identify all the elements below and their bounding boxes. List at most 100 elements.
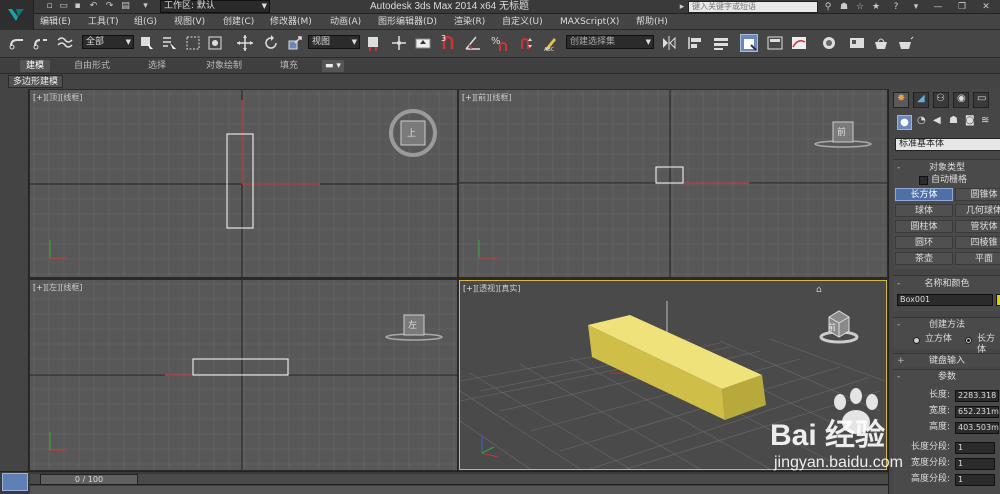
redo-icon[interactable]: ↷ [104, 1, 115, 12]
close-icon[interactable]: ✕ [980, 1, 992, 13]
subscription-icon[interactable]: ☗ [838, 1, 850, 13]
length-segs-input[interactable]: 1 [955, 442, 995, 454]
object-name-input[interactable]: Box001 [897, 294, 993, 306]
geosphere-button[interactable]: 几何球体 [955, 204, 1000, 217]
name-color-header[interactable]: - 名称和颜色 [893, 278, 1000, 290]
creation-method-header[interactable]: - 创建方法 [893, 319, 1000, 331]
teapot-button[interactable]: 茶壶 [895, 252, 953, 265]
lights-icon[interactable]: ◀ [933, 115, 948, 130]
select-and-scale-icon[interactable] [286, 34, 304, 52]
keyboard-shortcut-override-icon[interactable] [414, 34, 432, 52]
quick-access-dropdown-icon[interactable]: ▾ [140, 1, 151, 12]
window-crossing-icon[interactable] [206, 34, 224, 52]
restore-icon[interactable]: ❐ [956, 1, 968, 13]
menu-help[interactable]: 帮助(H) [636, 16, 668, 28]
save-file-icon[interactable]: ▪ [72, 1, 83, 12]
viewport-perspective-label[interactable]: [+][透视][真实] [463, 283, 520, 294]
viewport-front-plus[interactable]: [+] [462, 93, 475, 102]
cylinder-button[interactable]: 圆柱体 [895, 220, 953, 233]
render-setup-icon[interactable] [872, 34, 890, 52]
help-icon[interactable]: ? [890, 1, 902, 13]
hierarchy-tab-icon[interactable]: ⚇ [933, 92, 949, 108]
menu-edit[interactable]: 编辑(E) [40, 16, 71, 28]
menu-modifiers[interactable]: 修改器(M) [270, 16, 312, 28]
helpers-icon[interactable]: ◙ [965, 115, 980, 130]
viewport-top-plus[interactable]: [+] [33, 93, 46, 102]
select-and-rotate-icon[interactable] [262, 34, 280, 52]
height-segs-input[interactable]: 1 [955, 474, 995, 486]
viewport-left[interactable]: 左 [+][左][线框] [30, 280, 457, 470]
keyboard-entry-header[interactable]: + 键盘输入 [893, 355, 1000, 367]
viewport-perspective[interactable]: 前 ⌂ [+][透视][真实] [459, 280, 887, 470]
rectangular-selection-icon[interactable] [184, 34, 202, 52]
menu-maxscript[interactable]: MAXScript(X) [560, 16, 619, 28]
communication-icon[interactable]: ☆ [854, 1, 866, 13]
select-and-manipulate-icon[interactable] [390, 34, 408, 52]
viewcube-persp-label[interactable]: 前 [828, 322, 836, 333]
undo-icon[interactable]: ↶ [88, 1, 99, 12]
sphere-button[interactable]: 球体 [895, 204, 953, 217]
height-input[interactable]: 403.503m [955, 422, 999, 434]
box-radio[interactable] [965, 337, 972, 344]
select-object-icon[interactable] [138, 34, 156, 52]
layer-manager-icon[interactable] [740, 34, 758, 52]
search-arrow-icon[interactable]: ▸ [676, 1, 688, 13]
material-editor-icon[interactable] [848, 34, 866, 52]
track-bar[interactable] [30, 486, 888, 494]
bind-to-space-warp-icon[interactable] [56, 34, 74, 52]
help-dropdown-icon[interactable]: ▾ [910, 1, 922, 13]
angle-snap-toggle-icon[interactable] [464, 34, 482, 52]
object-color-swatch[interactable] [996, 294, 1000, 306]
width-segs-input[interactable]: 1 [955, 458, 995, 470]
ribbon-tab-freeform[interactable]: 自由形式 [74, 60, 110, 72]
viewport-front-shade[interactable]: [线框] [489, 93, 511, 102]
unlink-selection-icon[interactable] [32, 34, 50, 52]
workspace-dropdown[interactable]: 工作区: 默认 ▼ [160, 0, 270, 13]
menu-rendering[interactable]: 渲染(R) [454, 16, 485, 28]
mini-listener-icon[interactable] [2, 473, 28, 491]
render-production-icon[interactable] [896, 34, 914, 52]
ribbon-tab-populate[interactable]: 填充 [280, 60, 298, 72]
ribbon-options-icon[interactable]: ▬ ▾ [322, 60, 344, 72]
display-tab-icon[interactable]: ▭ [973, 92, 989, 108]
motion-tab-icon[interactable]: ◉ [953, 92, 969, 108]
space-warps-icon[interactable]: ≋ [981, 115, 996, 130]
selection-filter-dropdown[interactable]: 全部 ▼ [82, 35, 134, 49]
scene-explorer-icon[interactable] [712, 34, 730, 52]
cube-radio[interactable] [913, 337, 920, 344]
pyramid-button[interactable]: 四棱锥 [955, 236, 1000, 249]
viewport-left-plus[interactable]: [+] [33, 283, 46, 292]
viewcube-front-label[interactable]: 前 [837, 125, 846, 138]
menu-group[interactable]: 组(G) [134, 16, 157, 28]
cameras-icon[interactable]: ☗ [949, 115, 964, 130]
length-input[interactable]: 2283.318 [955, 390, 999, 402]
viewcube-top-label[interactable]: 上 [407, 126, 416, 139]
edit-named-selection-icon[interactable]: ABC [542, 34, 560, 53]
viewport-persp-plus[interactable]: [+] [463, 284, 476, 293]
home-icon[interactable]: ⌂ [816, 285, 822, 295]
binoculars-icon[interactable]: ⚲ [822, 1, 834, 13]
create-tab-icon[interactable]: ✸ [893, 92, 909, 108]
open-file-icon[interactable]: ▭ [58, 1, 69, 12]
viewport-persp-view[interactable]: [透视] [476, 284, 498, 293]
viewcube-left-label[interactable]: 左 [408, 318, 417, 331]
mirror-icon[interactable] [660, 34, 678, 52]
object-type-header[interactable]: - 对象类型 [893, 162, 1000, 174]
ribbon-tab-selection[interactable]: 选择 [148, 60, 166, 72]
plane-button[interactable]: 平面 [955, 252, 1000, 265]
parameters-header[interactable]: - 参数 [893, 371, 1000, 383]
curve-editor-icon[interactable] [790, 34, 808, 52]
viewport-front-label[interactable]: [+][前][线框] [462, 92, 511, 103]
modify-tab-icon[interactable]: ◢ [913, 92, 929, 108]
snaps-toggle-icon[interactable]: 3 [440, 34, 458, 52]
minimize-icon[interactable]: — [932, 1, 944, 13]
viewport-left-shade[interactable]: [线框] [60, 283, 82, 292]
select-and-move-icon[interactable] [236, 34, 254, 52]
menu-tools[interactable]: 工具(T) [88, 16, 119, 28]
geometry-category-dropdown[interactable]: 标准基本体 [895, 138, 1000, 151]
tube-button[interactable]: 管状体 [955, 220, 1000, 233]
viewport-front[interactable]: 前 [+][前][线框] [459, 90, 887, 277]
select-and-link-icon[interactable] [8, 34, 26, 52]
viewport-left-view[interactable]: [左] [46, 283, 60, 292]
viewport-top[interactable]: 上 [+][顶][线框] [30, 90, 457, 277]
